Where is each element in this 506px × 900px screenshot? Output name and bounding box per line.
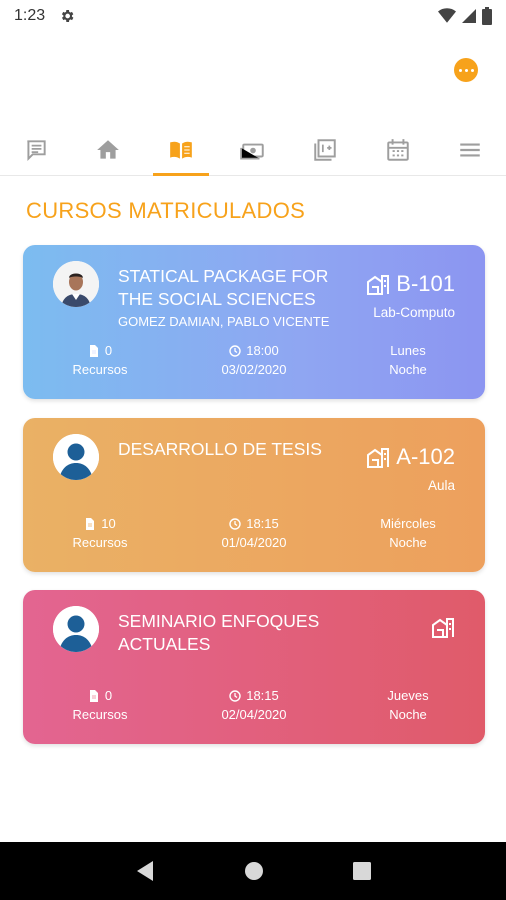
resources-count: 10 — [101, 516, 116, 531]
tab-messages[interactable] — [0, 124, 72, 175]
teacher-photo-icon — [53, 261, 99, 307]
document-icon — [89, 344, 98, 357]
user-placeholder-icon — [53, 606, 99, 652]
tab-menu[interactable] — [434, 124, 506, 175]
tab-home[interactable] — [72, 124, 144, 175]
resources-label: Recursos — [72, 535, 128, 550]
course-stats: 0 Recursos 18:00 03/02/2020 Lunes Noche — [23, 341, 485, 379]
status-bar: 1:23 — [0, 0, 506, 32]
course-day: Miércoles — [380, 516, 436, 531]
course-stats: 0 Recursos 18:15 02/04/2020 Jueves Noche — [23, 686, 485, 724]
course-card[interactable]: DESARROLLO DE TESIS A-102 Aula 10 Recurs… — [23, 418, 485, 572]
course-title: DESARROLLO DE TESIS — [118, 439, 322, 459]
tab-bar — [0, 124, 506, 176]
battery-icon — [482, 7, 492, 25]
teacher-avatar — [53, 434, 99, 480]
course-shift: Noche — [389, 362, 427, 377]
user-placeholder-icon — [53, 434, 99, 480]
more-options-button[interactable] — [454, 58, 478, 82]
resources-label: Recursos — [72, 707, 128, 722]
tab-grades[interactable] — [289, 124, 361, 175]
more-dot-icon — [464, 68, 468, 72]
resources-stat[interactable]: 0 Recursos — [23, 686, 177, 724]
schedule-stat: 18:15 02/04/2020 — [177, 686, 331, 724]
money-icon — [240, 143, 264, 160]
building-icon — [432, 618, 454, 638]
course-date: 02/04/2020 — [221, 707, 287, 722]
room-code: A-102 — [396, 444, 455, 469]
day-stat: Jueves Noche — [331, 686, 485, 724]
day-stat: Miércoles Noche — [331, 514, 485, 552]
section-title: CURSOS MATRICULADOS — [26, 198, 306, 223]
menu-icon — [460, 143, 480, 156]
status-time: 1:23 — [14, 7, 46, 24]
teacher-avatar — [53, 606, 99, 652]
building-icon — [367, 275, 390, 295]
resources-stat[interactable]: 0 Recursos — [23, 341, 177, 379]
signal-icon — [462, 9, 476, 23]
room: A-102 — [325, 444, 455, 470]
course-title: SEMINARIO ENFOQUES ACTUALES — [118, 611, 320, 654]
tab-calendar[interactable] — [361, 124, 433, 175]
course-date: 01/04/2020 — [221, 535, 287, 550]
grades-icon — [314, 138, 336, 161]
room-type: Lab-Computo — [373, 305, 455, 320]
course-date: 03/02/2020 — [221, 362, 287, 377]
course-card[interactable]: STATICAL PACKAGE FOR THE SOCIAL SCIENCES… — [23, 245, 485, 399]
more-dot-icon — [458, 68, 462, 72]
course-time: 18:15 — [246, 516, 279, 531]
course-day: Lunes — [390, 343, 426, 358]
tab-courses[interactable] — [145, 124, 217, 176]
room — [325, 616, 455, 638]
system-nav-bar — [0, 842, 506, 900]
course-time: 18:00 — [246, 343, 279, 358]
wifi-icon — [438, 8, 456, 23]
course-card[interactable]: SEMINARIO ENFOQUES ACTUALES 0 Recursos 1… — [23, 590, 485, 744]
tab-payments[interactable] — [217, 124, 289, 175]
calendar-icon — [386, 138, 409, 161]
teacher-name: GOMEZ DAMIAN, PABLO VICENTE — [118, 314, 330, 329]
course-shift: Noche — [389, 707, 427, 722]
home-circle-icon[interactable] — [244, 861, 264, 881]
course-day: Jueves — [387, 688, 429, 703]
room: B-101 — [325, 271, 455, 297]
course-shift: Noche — [389, 535, 427, 550]
chat-icon — [27, 139, 46, 161]
room-code: B-101 — [396, 271, 455, 296]
course-time: 18:15 — [246, 688, 279, 703]
settings-gear-icon — [62, 10, 74, 22]
book-open-icon — [169, 141, 192, 159]
course-title: STATICAL PACKAGE FOR THE SOCIAL SCIENCES — [118, 266, 329, 309]
room-type: Aula — [427, 478, 455, 493]
clock-icon — [229, 517, 241, 530]
document-icon — [89, 689, 98, 702]
resources-label: Recursos — [72, 362, 128, 377]
schedule-stat: 18:00 03/02/2020 — [177, 341, 331, 379]
resources-count: 0 — [104, 343, 113, 358]
clock-icon — [229, 344, 241, 357]
home-icon — [97, 139, 120, 159]
back-icon[interactable] — [135, 860, 155, 882]
more-dot-icon — [470, 68, 474, 72]
building-icon — [367, 448, 390, 468]
resources-stat[interactable]: 10 Recursos — [23, 514, 177, 552]
recents-icon[interactable] — [353, 862, 372, 880]
day-stat: Lunes Noche — [331, 341, 485, 379]
clock-icon — [229, 689, 241, 702]
document-icon — [86, 517, 95, 530]
schedule-stat: 18:15 01/04/2020 — [177, 514, 331, 552]
teacher-avatar — [53, 261, 99, 307]
course-stats: 10 Recursos 18:15 01/04/2020 Miércoles N… — [23, 514, 485, 552]
resources-count: 0 — [104, 688, 113, 703]
